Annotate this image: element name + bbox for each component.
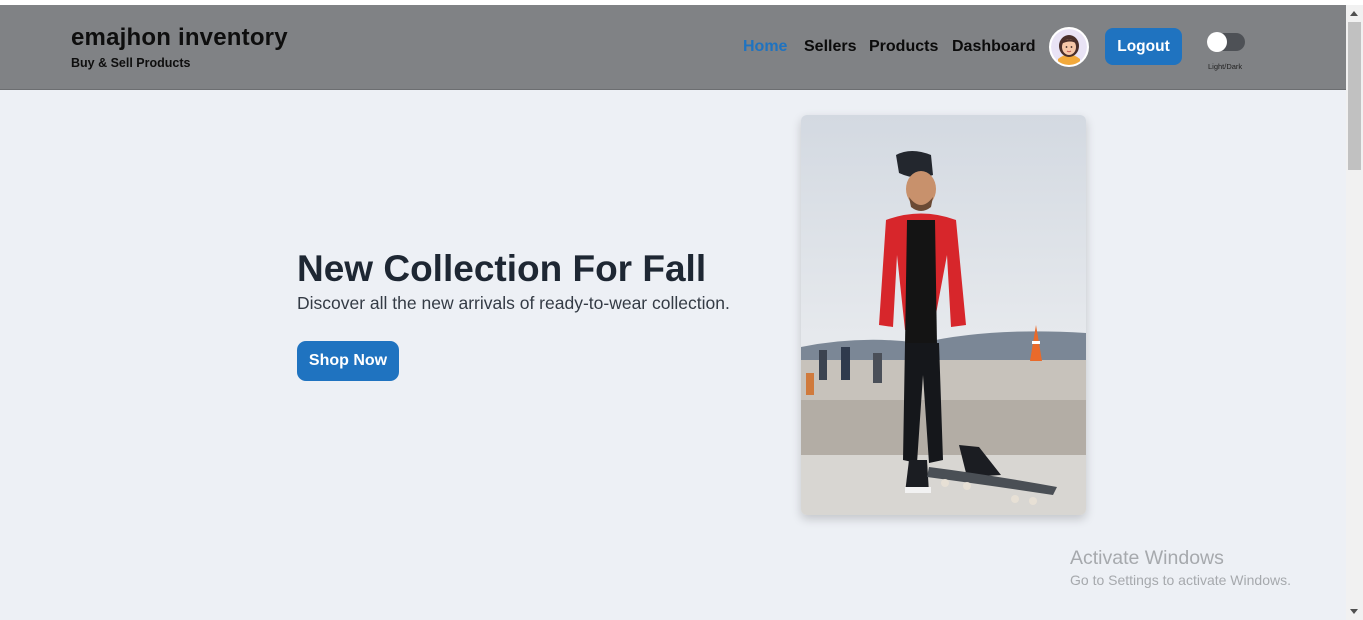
hero-subtitle: Discover all the new arrivals of ready-t…	[297, 293, 730, 313]
scroll-down-arrow-icon[interactable]	[1350, 609, 1358, 614]
logout-button[interactable]: Logout	[1105, 28, 1182, 65]
brand-subtitle: Buy & Sell Products	[71, 56, 191, 70]
theme-toggle[interactable]	[1207, 32, 1245, 52]
activate-windows-title: Activate Windows	[1070, 547, 1224, 569]
scroll-up-arrow-icon[interactable]	[1350, 11, 1358, 16]
vertical-scrollbar[interactable]	[1346, 5, 1363, 620]
nav-link-sellers[interactable]: Sellers	[804, 38, 856, 56]
nav-link-home[interactable]: Home	[743, 38, 787, 56]
scroll-thumb[interactable]	[1348, 22, 1361, 170]
toggle-knob	[1207, 32, 1227, 52]
hero-title: New Collection For Fall	[297, 248, 707, 289]
theme-toggle-label: Light/Dark	[1208, 62, 1243, 71]
navbar: emajhon inventory Buy & Sell Products Ho…	[0, 5, 1346, 90]
hero-image	[801, 115, 1086, 515]
user-avatar-icon[interactable]	[1049, 27, 1089, 67]
activate-windows-subtitle: Go to Settings to activate Windows.	[1070, 572, 1291, 588]
nav-link-products[interactable]: Products	[869, 38, 938, 56]
shop-now-button[interactable]: Shop Now	[297, 341, 399, 381]
nav-link-dashboard[interactable]: Dashboard	[952, 38, 1036, 56]
brand-title[interactable]: emajhon inventory	[71, 24, 288, 52]
